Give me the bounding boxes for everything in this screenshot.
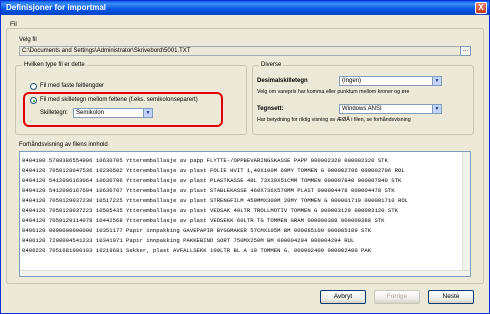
preview-row: 0406120 7290004541233 10341971 Papir inn… bbox=[22, 237, 355, 244]
cancel-button[interactable]: Avbryt bbox=[320, 290, 366, 304]
preview-row: 0404120 5412006167604 10630707 Ytteremba… bbox=[22, 187, 395, 194]
browse-button[interactable]: ... bbox=[460, 46, 471, 56]
chevron-down-icon: ▼ bbox=[432, 77, 441, 85]
preview-row: 0404120 7059129047536 10230502 Ytteremba… bbox=[22, 167, 405, 174]
title-bar: Definisjoner for importmal X bbox=[1, 1, 489, 15]
option-fixed-label: Fil med faste feltlengder bbox=[40, 83, 105, 89]
filetype-group-title: Hvilken type fil er dette bbox=[22, 62, 87, 69]
highlight-annotation bbox=[23, 92, 223, 127]
charset-value: Windows ANSI bbox=[342, 106, 382, 112]
preview-row: 0406120 0000000000000 10351177 Papir inn… bbox=[22, 227, 372, 234]
radio-fixed-length[interactable] bbox=[30, 83, 37, 90]
chevron-down-icon: ▼ bbox=[432, 105, 441, 113]
dialog-window: Definisjoner for importmal X Fil Velg fi… bbox=[0, 0, 490, 314]
decimal-value: (Ingen) bbox=[342, 78, 362, 84]
previous-button[interactable]: Forrige bbox=[374, 290, 420, 304]
misc-group-title: Diverse bbox=[259, 62, 284, 69]
next-button[interactable]: Neste bbox=[428, 290, 474, 304]
preview-row: 0404120 7059129037223 10505435 Ytteremba… bbox=[22, 207, 398, 214]
file-path-field[interactable]: C:\Documents and Settings\Administrator\… bbox=[19, 46, 461, 56]
preview-list[interactable]: 0404100 5709386554996 10630705 Ytteremba… bbox=[19, 151, 471, 277]
decimal-label: Desimalskilletegn bbox=[257, 78, 308, 84]
preview-row: 0406220 7051681000103 10219681 Sekker, p… bbox=[22, 247, 372, 254]
decimal-help: Velg om varepris har komma eller punktum… bbox=[257, 89, 410, 95]
preview-row: 0404120 7059129114078 10442568 Ytteremba… bbox=[22, 217, 385, 224]
velg-fil-label: Velg fil bbox=[19, 37, 37, 43]
preview-title: Forhåndsvisning av filens innhold bbox=[19, 142, 108, 148]
preview-row: 0404120 7059129037230 10517225 Ytteremba… bbox=[22, 197, 409, 204]
window-title: Definisjoner for importmal bbox=[6, 3, 107, 12]
close-button[interactable]: X bbox=[475, 2, 487, 14]
charset-help: Har betydning for riktig visning av ÆØÅ … bbox=[257, 117, 411, 123]
vertical-scrollbar[interactable] bbox=[462, 152, 470, 276]
preview-row: 0404100 5709386554996 10630705 Ytteremba… bbox=[22, 157, 388, 164]
file-section-label: Fil bbox=[10, 21, 17, 28]
horizontal-scrollbar[interactable] bbox=[20, 270, 470, 276]
charset-label: Tegnsett: bbox=[257, 106, 284, 112]
decimal-select[interactable]: (Ingen) ▼ bbox=[339, 76, 442, 86]
charset-select[interactable]: Windows ANSI ▼ bbox=[339, 104, 442, 114]
preview-row: 0404120 5412006163064 10630706 Ytteremba… bbox=[22, 177, 402, 184]
